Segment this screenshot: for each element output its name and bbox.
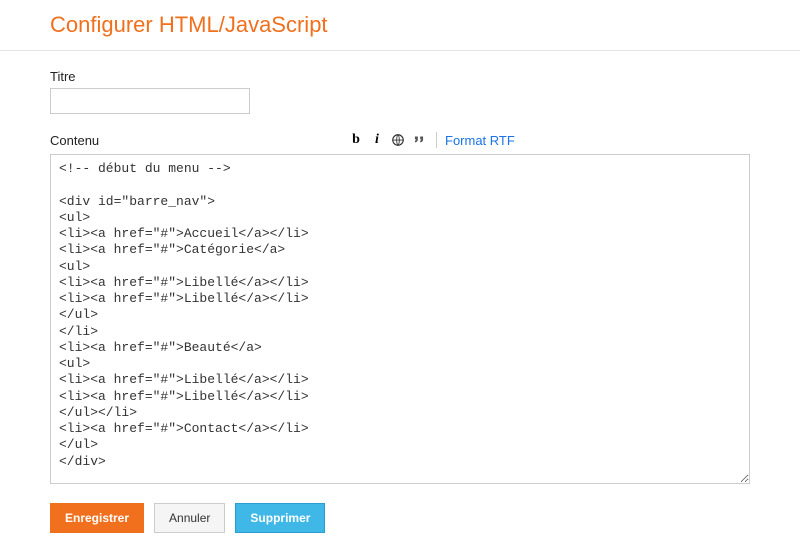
title-input[interactable] [50,88,250,114]
content-label: Contenu [50,133,346,148]
cancel-button[interactable]: Annuler [154,503,225,533]
content-textarea[interactable] [50,154,750,484]
title-label: Titre [50,69,750,84]
editor-toolbar: b i Format RTF [346,130,515,150]
button-row: Enregistrer Annuler Supprimer [50,503,750,533]
save-button[interactable]: Enregistrer [50,503,144,533]
delete-button[interactable]: Supprimer [235,503,325,533]
quote-button[interactable] [409,130,429,150]
italic-button[interactable]: i [367,130,387,150]
link-icon [391,133,405,147]
page-title: Configurer HTML/JavaScript [0,0,800,51]
quote-icon [412,133,426,147]
format-rtf-link[interactable]: Format RTF [445,133,515,148]
bold-button[interactable]: b [346,130,366,150]
link-button[interactable] [388,130,408,150]
title-field-group: Titre [50,69,750,114]
toolbar-separator [436,132,437,148]
